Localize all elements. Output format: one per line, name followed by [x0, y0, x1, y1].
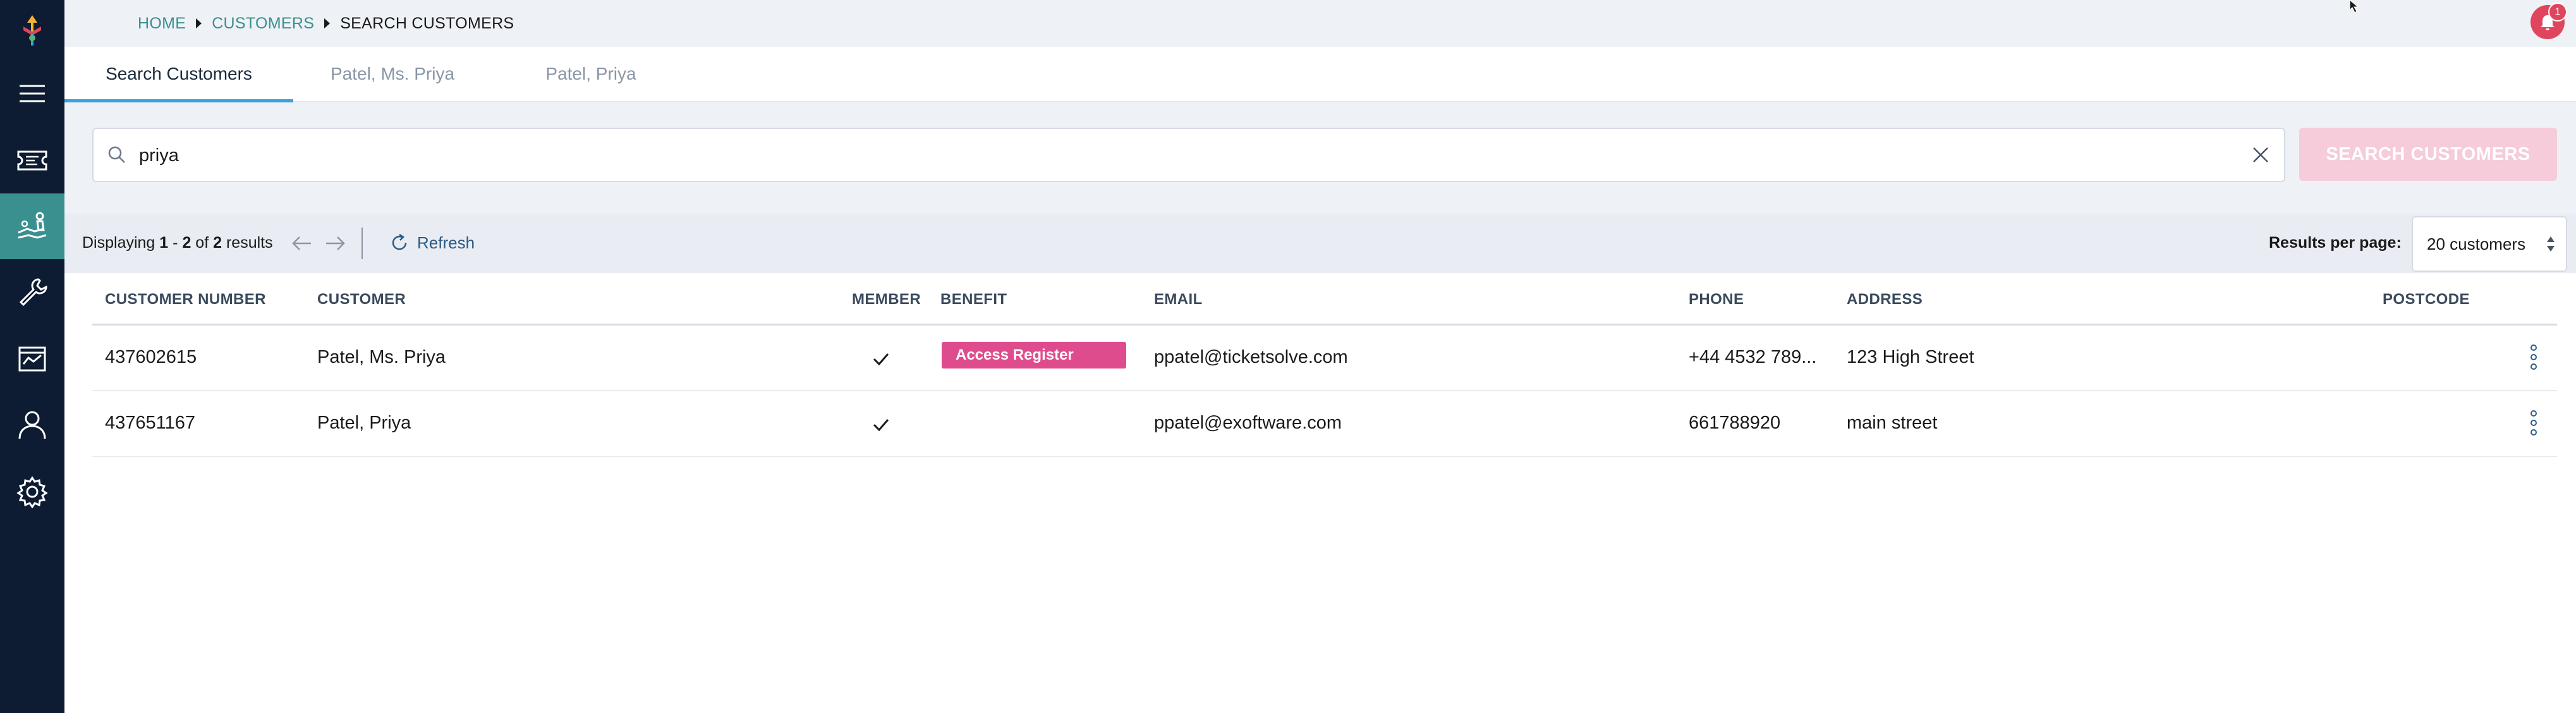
sidebar-item-reports[interactable] [0, 326, 64, 392]
app-logo-icon[interactable] [17, 13, 47, 48]
cell-address: 123 High Street [1847, 347, 1974, 367]
toolbar-divider [361, 228, 363, 259]
breadcrumb-current: SEARCH CUSTOMERS [340, 14, 514, 32]
check-icon [873, 353, 889, 366]
search-section: SEARCH CUSTOMERS [64, 102, 2576, 214]
cell-customer-number: 437602615 [105, 347, 197, 367]
sidebar [0, 0, 64, 713]
sidebar-item-customers[interactable] [0, 193, 64, 259]
check-icon [873, 419, 889, 432]
search-customers-button[interactable]: SEARCH CUSTOMERS [2299, 128, 2557, 181]
cell-customer[interactable]: Patel, Priya [317, 413, 411, 434]
col-phone[interactable]: PHONE [1689, 291, 1744, 308]
user-icon [18, 411, 46, 439]
results-prefix: Displaying [82, 234, 155, 252]
notifications-button[interactable]: 1 [2530, 3, 2567, 39]
arrow-left-icon[interactable] [289, 233, 313, 254]
table-row[interactable]: 437651167 Patel, Priya ppatel@exoftware.… [92, 391, 2557, 457]
results-from: 1 [159, 234, 169, 252]
results-per-page-label: Results per page: [2269, 234, 2402, 252]
mouse-cursor-icon [2349, 0, 2359, 13]
tools-icon [19, 278, 47, 307]
col-address[interactable]: ADDRESS [1847, 291, 1923, 308]
results-toolbar: Displaying 1 - 2 of 2 results Refresh Re… [64, 214, 2576, 273]
results-of: of [195, 234, 209, 252]
breadcrumb: HOME CUSTOMERS SEARCH CUSTOMERS [138, 14, 514, 33]
results-to: 2 [182, 234, 191, 252]
sidebar-item-settings[interactable] [0, 459, 64, 525]
refresh-label: Refresh [417, 233, 475, 252]
cell-customer[interactable]: Patel, Ms. Priya [317, 347, 446, 368]
cell-email: ppatel@ticketsolve.com [1154, 347, 1348, 367]
results-per-page-value: 20 customers [2427, 234, 2526, 253]
table-header: CUSTOMER NUMBER CUSTOMER MEMBER BENEFIT … [92, 274, 2557, 326]
tab-search-customers[interactable]: Search Customers [64, 47, 293, 102]
sidebar-item-tools[interactable] [0, 259, 64, 325]
col-customer-number[interactable]: CUSTOMER NUMBER [105, 291, 266, 308]
col-member[interactable]: MEMBER [852, 291, 921, 308]
table-row[interactable]: 437602615 Patel, Ms. Priya Access Regist… [92, 326, 2557, 391]
tab-patel-ms-priya[interactable]: Patel, Ms. Priya [293, 47, 492, 101]
benefit-badge: Access Register [942, 342, 1126, 369]
tab-patel-priya[interactable]: Patel, Priya [492, 47, 690, 101]
customers-icon [18, 212, 47, 239]
cell-phone: 661788920 [1689, 413, 1781, 433]
search-input[interactable] [138, 129, 2226, 182]
results-total: 2 [213, 234, 222, 252]
cell-email: ppatel@exoftware.com [1154, 413, 1342, 433]
results-summary: Displaying 1 - 2 of 2 results [82, 234, 273, 252]
breadcrumb-separator-icon [196, 18, 202, 28]
results-dash: - [173, 234, 178, 252]
col-customer[interactable]: CUSTOMER [317, 291, 406, 308]
cell-phone: +44 4532 789... [1689, 347, 1817, 367]
settings-icon [16, 476, 48, 508]
results-suffix: results [226, 234, 273, 252]
col-benefit[interactable]: BENEFIT [940, 291, 1007, 308]
sidebar-item-users[interactable] [0, 392, 64, 458]
menu-icon [20, 85, 45, 102]
breadcrumb-customers[interactable]: CUSTOMERS [212, 15, 314, 33]
customers-table: CUSTOMER NUMBER CUSTOMER MEMBER BENEFIT … [92, 274, 2557, 457]
breadcrumb-separator-icon [324, 18, 331, 28]
tab-bar: Search Customers Patel, Ms. Priya Patel,… [64, 47, 2576, 102]
breadcrumb-home[interactable]: HOME [138, 15, 186, 33]
reports-icon [18, 346, 46, 372]
results-per-page-select[interactable]: 20 customers [2412, 216, 2567, 272]
refresh-icon [392, 233, 407, 250]
cell-address: main street [1847, 413, 1938, 433]
close-icon[interactable] [2249, 143, 2273, 167]
kebab-menu-icon[interactable] [2529, 343, 2538, 371]
arrow-right-icon[interactable] [324, 233, 348, 254]
top-bar: HOME CUSTOMERS SEARCH CUSTOMERS [64, 0, 2576, 47]
kebab-menu-icon[interactable] [2529, 409, 2538, 437]
col-postcode[interactable]: POSTCODE [2383, 291, 2470, 308]
ticket-icon [17, 150, 47, 171]
sort-updown-icon [2547, 236, 2555, 252]
search-box [92, 128, 2285, 182]
sidebar-item-tickets[interactable] [0, 128, 64, 193]
cell-customer-number: 437651167 [105, 413, 196, 433]
notification-count-badge: 1 [2548, 3, 2567, 21]
search-icon [108, 146, 125, 163]
sidebar-menu-toggle[interactable] [0, 61, 64, 126]
refresh-button[interactable]: Refresh [389, 233, 475, 253]
col-email[interactable]: EMAIL [1154, 291, 1203, 308]
